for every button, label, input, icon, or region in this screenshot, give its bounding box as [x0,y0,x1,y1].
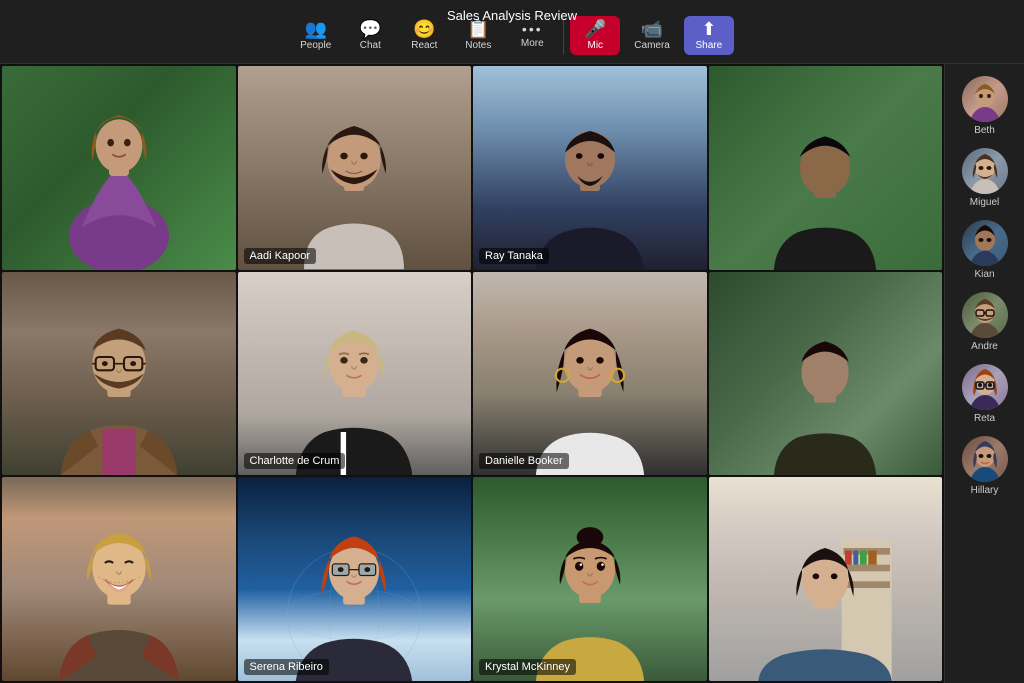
participant-name-charlotte: Charlotte de Crum [244,453,346,469]
sidebar: Beth Miguel [944,64,1024,683]
video-cell-presentation[interactable] [709,477,943,681]
avatar-andre [962,292,1008,338]
react-label: React [411,40,437,51]
sidebar-name-miguel: Miguel [970,197,999,208]
participant-name-danielle: Danielle Booker [479,453,569,469]
video-cell-ray[interactable]: Ray Tanaka [473,66,707,270]
sidebar-participant-kian[interactable]: Kian [945,216,1024,284]
video-cell-danielle[interactable]: Danielle Booker [473,272,707,476]
sidebar-name-hillary: Hillary [971,485,999,496]
sidebar-name-reta: Reta [974,413,995,424]
mic-label: Mic [588,40,604,51]
video-cell-charlotte[interactable]: Charlotte de Crum [238,272,472,476]
top-bar: Sales Analysis Review 👥 People 💬 Chat 😊 … [0,0,1024,64]
video-cell-plants[interactable] [709,66,943,270]
sidebar-name-kian: Kian [974,269,994,280]
main-content: Aadi Kapoor Ray Tanaka [0,64,1024,683]
notes-label: Notes [465,40,491,51]
mic-button[interactable]: 🎤 Mic [570,16,620,55]
share-label: Share [696,40,723,51]
sidebar-participant-miguel[interactable]: Miguel [945,144,1024,212]
participant-name-aadi: Aadi Kapoor [244,248,317,264]
chat-icon: 💬 [359,20,381,38]
avatar-miguel [962,148,1008,194]
avatar-hillary [962,436,1008,482]
meeting-title: Sales Analysis Review [447,8,577,23]
sidebar-participant-reta[interactable]: Reta [945,360,1024,428]
participant-name-ray: Ray Tanaka [479,248,549,264]
react-button[interactable]: 😊 React [399,16,449,55]
share-button[interactable]: ⬆ Share [684,16,734,55]
camera-icon: 📹 [641,20,663,38]
sidebar-participant-beth[interactable]: Beth [945,72,1024,140]
sidebar-name-andre: Andre [971,341,998,352]
chat-button[interactable]: 💬 Chat [345,16,395,55]
more-button[interactable]: ••• More [507,18,557,53]
avatar-reta [962,364,1008,410]
people-button[interactable]: 👥 People [290,16,341,55]
video-cell-plant2[interactable] [709,272,943,476]
video-cell-glasses-man[interactable] [2,272,236,476]
video-cell-serena[interactable]: Serena Ribeiro [238,477,472,681]
camera-button[interactable]: 📹 Camera [624,16,680,55]
more-icon: ••• [522,22,543,36]
avatar-kian [962,220,1008,266]
participant-name-krystal: Krystal McKinney [479,659,576,675]
video-cell-avatar1[interactable] [2,66,236,270]
people-icon: 👥 [305,20,327,38]
mic-icon: 🎤 [584,20,606,38]
video-cell-aadi[interactable]: Aadi Kapoor [238,66,472,270]
video-grid: Aadi Kapoor Ray Tanaka [0,64,944,683]
avatar-beth [962,76,1008,122]
more-label: More [521,38,544,49]
video-cell-krystal[interactable]: Krystal McKinney [473,477,707,681]
people-label: People [300,40,331,51]
video-cell-young-man[interactable] [2,477,236,681]
chat-label: Chat [360,40,381,51]
participant-name-serena: Serena Ribeiro [244,659,329,675]
share-icon: ⬆ [701,20,716,38]
sidebar-participant-hillary[interactable]: Hillary [945,432,1024,500]
sidebar-participant-andre[interactable]: Andre [945,288,1024,356]
camera-label: Camera [634,40,670,51]
react-icon: 😊 [413,20,435,38]
sidebar-name-beth: Beth [974,125,995,136]
